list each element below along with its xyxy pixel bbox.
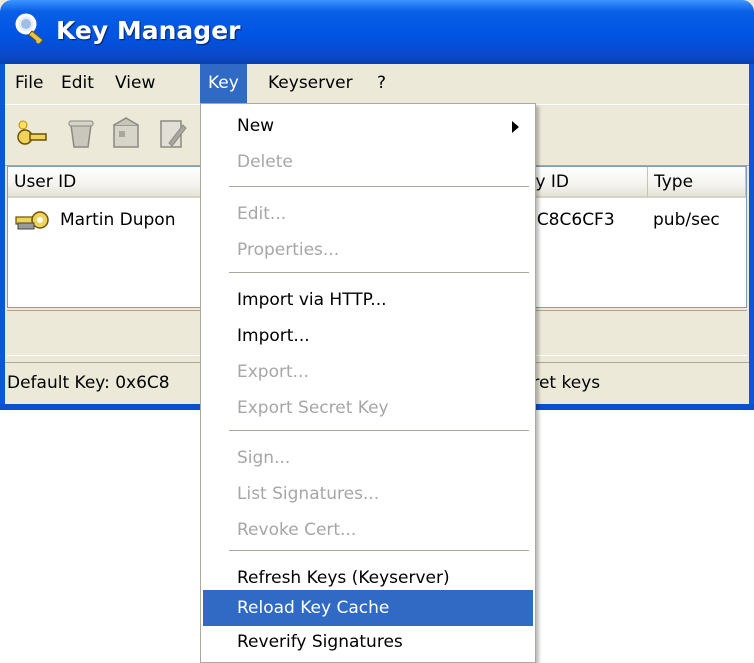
key-menu-dropdown: New Delete Edit... Properties... Import … [200,103,536,663]
menu-item-reload-key-cache[interactable]: Reload Key Cache [203,590,533,626]
edit-icon[interactable] [155,115,191,153]
menu-item-revoke-cert[interactable]: Revoke Cert... [203,512,533,548]
menu-item-sign[interactable]: Sign... [203,440,533,476]
menu-separator [229,430,529,432]
menu-item-new-label: New [237,116,275,136]
window-title: Key Manager [56,16,241,45]
menu-view[interactable]: View [107,64,163,103]
menu-item-list-signatures[interactable]: List Signatures... [203,476,533,512]
window-frame-right [749,64,754,410]
menu-item-export-secret[interactable]: Export Secret Key [203,390,533,426]
menu-item-export[interactable]: Export... [203,354,533,390]
menu-item-import-http[interactable]: Import via HTTP... [203,282,533,318]
menu-item-properties[interactable]: Properties... [203,232,533,268]
menu-item-delete[interactable]: Delete [203,144,533,180]
menu-item-import[interactable]: Import... [203,318,533,354]
cell-type: pub/sec [653,210,720,230]
menu-separator [229,186,529,188]
menu-item-reverify-signatures[interactable]: Reverify Signatures [203,624,533,660]
new-key-icon[interactable] [15,115,51,153]
menu-bar: File Edit View Key Keyserver ? [5,64,749,103]
menu-help[interactable]: ? [369,64,394,103]
submenu-arrow-icon [512,121,519,133]
cell-key-id: 6C8C6CF3 [526,210,615,230]
key-pair-icon [15,211,49,230]
key-magnifier-icon [15,13,44,45]
menu-item-new[interactable]: New [203,108,533,144]
cell-user-id: Martin Dupon [60,210,176,230]
properties-icon[interactable] [109,115,145,153]
menu-keyserver[interactable]: Keyserver [260,64,361,103]
menu-file[interactable]: File [7,64,51,103]
menu-edit[interactable]: Edit [53,64,102,103]
title-bar[interactable]: Key Manager [0,0,754,64]
delete-key-icon[interactable] [63,115,99,153]
menu-item-edit[interactable]: Edit... [203,196,533,232]
column-type[interactable]: Type [648,167,746,198]
menu-key[interactable]: Key [200,64,247,103]
menu-separator [229,550,529,552]
status-default-key: Default Key: 0x6C8 [7,373,170,393]
menu-separator [229,272,529,274]
